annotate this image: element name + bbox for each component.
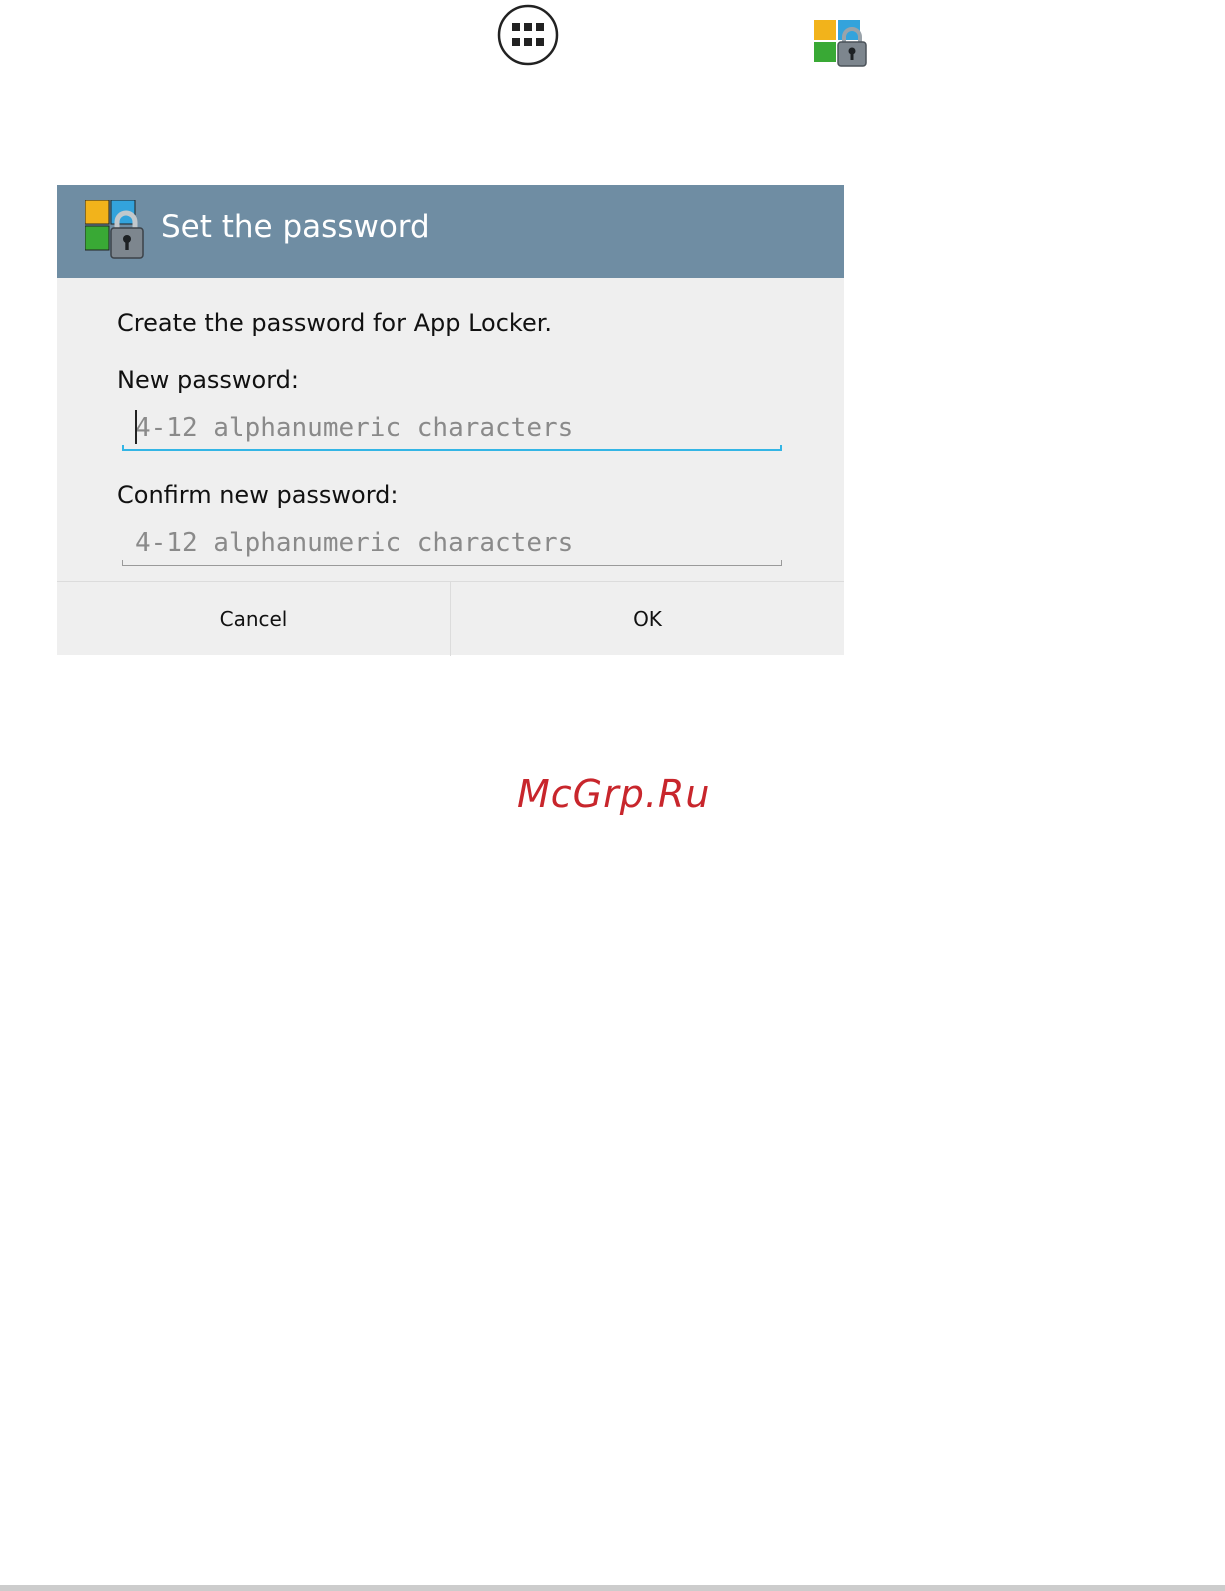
confirm-password-underline bbox=[122, 560, 782, 566]
dialog-title: Set the password bbox=[161, 209, 430, 245]
dialog-message: Create the password for App Locker. bbox=[117, 309, 553, 337]
watermark: McGrp.Ru bbox=[517, 772, 711, 816]
apps-grid-icon[interactable] bbox=[497, 4, 559, 66]
new-password-label: New password: bbox=[117, 366, 300, 394]
app-locker-icon bbox=[85, 200, 144, 259]
text-cursor bbox=[135, 410, 137, 444]
new-password-input[interactable] bbox=[122, 406, 782, 450]
ok-button[interactable]: OK bbox=[451, 582, 844, 656]
dialog-button-bar: Cancel OK bbox=[57, 581, 844, 656]
confirm-password-input[interactable] bbox=[122, 521, 782, 565]
new-password-underline bbox=[122, 445, 782, 451]
page-bottom-border bbox=[0, 1585, 1225, 1591]
cancel-button[interactable]: Cancel bbox=[57, 582, 451, 656]
set-password-dialog: Set the password Create the password for… bbox=[57, 185, 844, 656]
confirm-password-label: Confirm new password: bbox=[117, 481, 399, 509]
dialog-header: Set the password bbox=[57, 185, 844, 278]
app-locker-icon[interactable] bbox=[814, 20, 868, 68]
